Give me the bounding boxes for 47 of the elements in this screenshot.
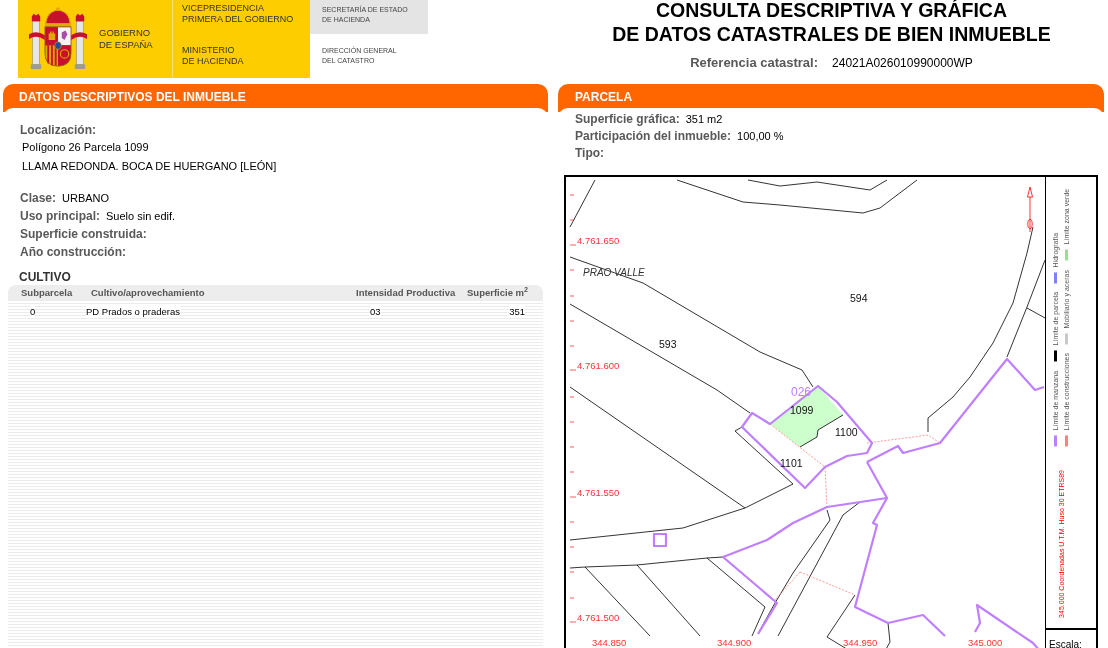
field-value: 100,00 % (737, 129, 784, 144)
table-cell: PD Prados o praderas (86, 306, 180, 318)
reference-label: Referencia catastral: (690, 56, 819, 70)
parcel-number: 1100 (835, 426, 858, 438)
coordinate-label: 4.761.600 (577, 360, 620, 371)
column-header: Cultivo/aprovechamiento (91, 287, 205, 299)
address-line: Polígono 26 Parcela 1099 (22, 140, 149, 155)
logo-text: VICEPRESIDENCIA PRIMERA DEL GOBIERNO (182, 3, 294, 25)
column-header: Intensidad Productiva (356, 287, 456, 299)
field-label: Tipo: (575, 145, 605, 162)
field-label: Uso principal: (20, 208, 100, 225)
logo-text: MINISTERIO DE HACIENDA (182, 45, 244, 67)
field-label: Clase: (20, 190, 57, 207)
coordinate-label: 344.950 (843, 637, 878, 648)
coordinate-label: 4.761.550 (577, 487, 620, 498)
field-label: Superficie gráfica: (575, 111, 680, 128)
page-title: CONSULTA DESCRIPTIVA Y GRÁFICA DE DATOS CATASTRALES DE BIEN INMUEBLE (612, 0, 1051, 46)
parcel-number: 1101 (780, 457, 803, 469)
table-cell: 03 (370, 306, 381, 318)
field-value: 351 m2 (685, 112, 723, 127)
coordinate-label: 4.761.650 (577, 235, 620, 246)
field-label: Superficie construida: (20, 226, 147, 243)
field-value: Suelo sin edif. (106, 209, 176, 224)
coordinate-label: 345.000 (968, 637, 1003, 648)
logo-text: GOBIERNO DE ESPAÑA (99, 27, 153, 51)
field-label: Participación del inmueble: (575, 128, 732, 145)
column-header: Superficie m$^{2}$ (467, 287, 528, 299)
coordinate-label: 344.850 (592, 637, 627, 648)
place-name: PRAO VALLE (583, 267, 645, 278)
section-title: CULTIVO (19, 269, 71, 285)
block-number: 026 (791, 385, 812, 399)
reference-value: 24021A026010990000WP (832, 56, 973, 70)
parcel-number: 1099 (790, 404, 814, 416)
scale-label: Escala: (1049, 639, 1082, 648)
table-cell: 351 (509, 306, 525, 318)
coordinate-label: 344.900 (717, 637, 752, 648)
field-value: URBANO (62, 191, 110, 206)
column-header: Subparcela (21, 287, 73, 299)
field-label: Año construcción: (20, 244, 126, 261)
address-line: LLAMA REDONDA. BOCA DE HUERGANO [LEÓN] (22, 159, 277, 174)
coat-of-arms-icon (29, 6, 87, 72)
parcel-number: 594 (850, 292, 868, 304)
field-label: Localización: (20, 122, 96, 138)
north-arrow-icon (1027, 186, 1033, 233)
parcel-number: 593 (659, 338, 677, 350)
table-cell: 0 (30, 306, 36, 318)
coordinate-label: 4.761.500 (577, 612, 620, 623)
